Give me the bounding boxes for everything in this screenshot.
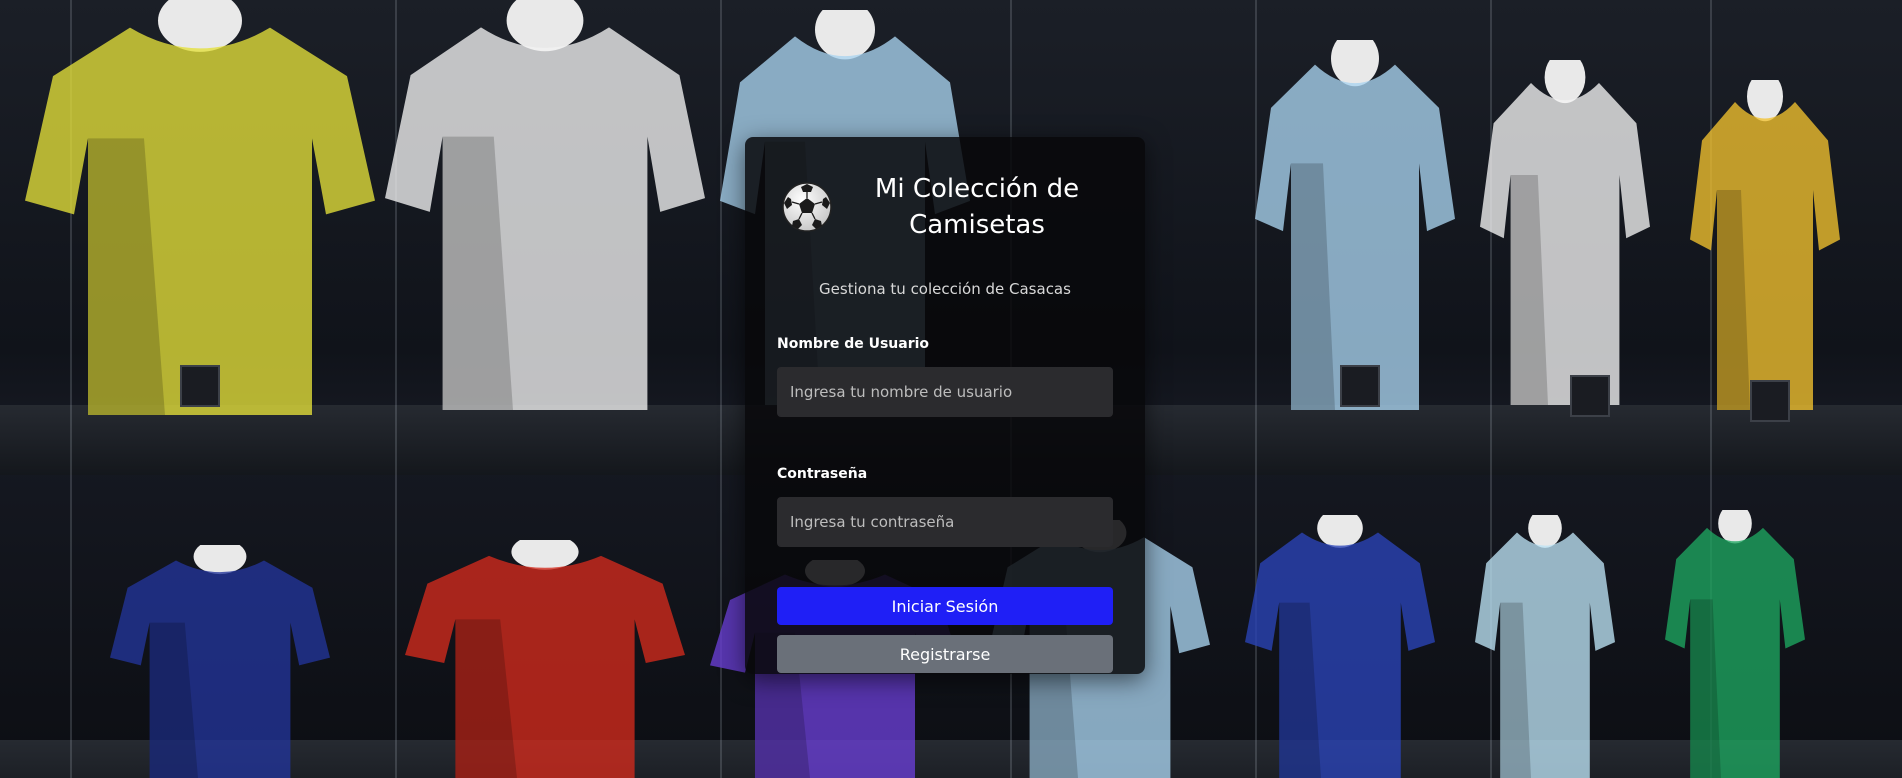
jersey-shape (385, 0, 705, 410)
app-subtitle: Gestiona tu colección de Casacas (819, 280, 1071, 298)
login-button[interactable]: Iniciar Sesión (777, 587, 1113, 625)
login-card: Mi Colección de Camisetas Gestiona tu co… (745, 137, 1145, 674)
jersey-shape (1255, 40, 1455, 410)
info-plaque (1570, 375, 1610, 417)
jersey-shape (1475, 515, 1615, 778)
app-title: Mi Colección de Camisetas (874, 174, 1080, 240)
password-input[interactable] (777, 497, 1113, 547)
login-page: Mi Colección de Camisetas Gestiona tu co… (0, 0, 1902, 778)
username-input[interactable] (777, 367, 1113, 417)
jersey-shape (25, 0, 375, 415)
jersey-shape (1245, 515, 1435, 778)
register-button[interactable]: Registrarse (777, 635, 1113, 673)
login-header: Mi Colección de Camisetas (777, 137, 1113, 277)
info-plaque (180, 365, 220, 407)
soccer-ball-icon (782, 182, 832, 232)
info-plaque (1750, 380, 1790, 422)
info-plaque (1340, 365, 1380, 407)
jersey-shape (110, 545, 330, 778)
jersey-shape (405, 540, 685, 778)
jersey-shape (1665, 510, 1805, 778)
username-label: Nombre de Usuario (777, 336, 930, 352)
jersey-shape (1480, 60, 1650, 405)
password-label: Contraseña (777, 466, 868, 482)
jersey-shape (1690, 80, 1840, 410)
